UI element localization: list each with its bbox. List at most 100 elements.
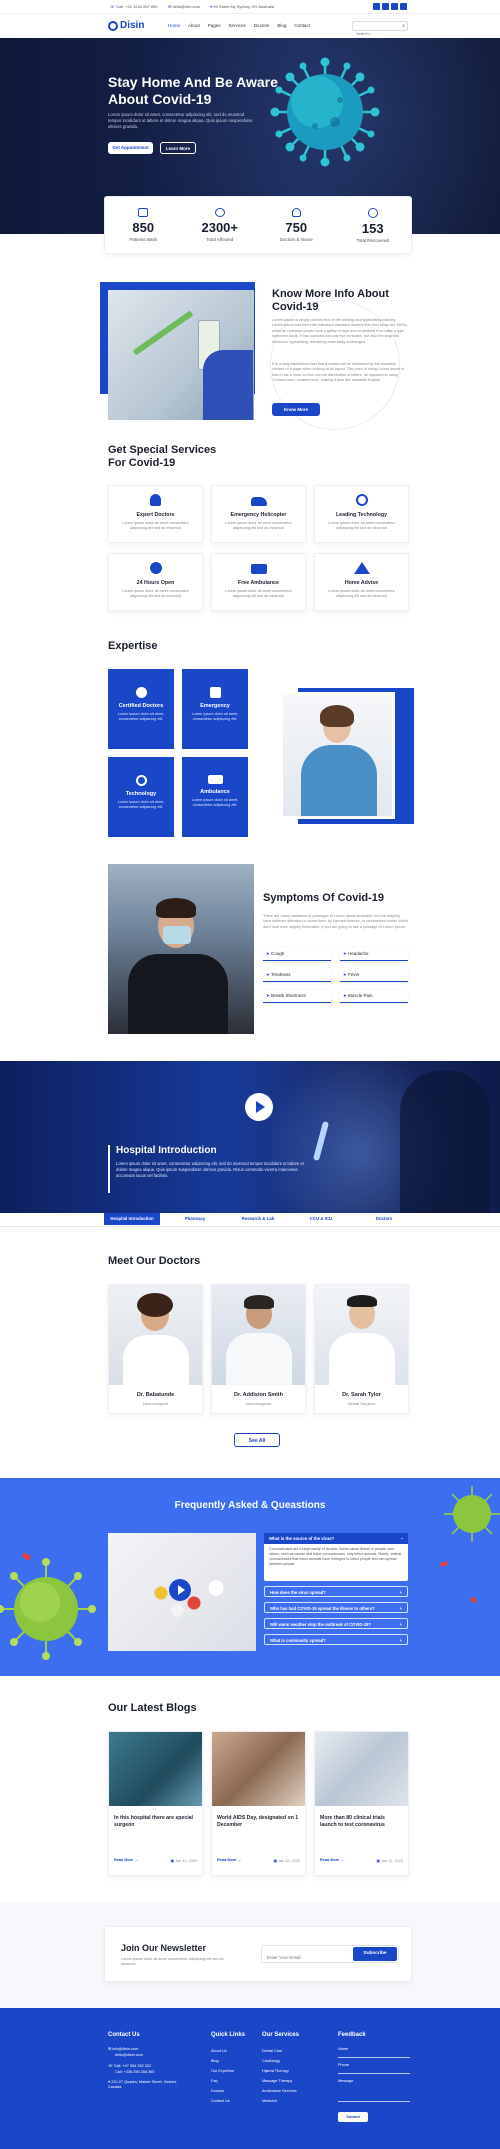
doctor-photo: [109, 1285, 202, 1385]
doctor-card[interactable]: Dr. Sarah Tylor Dental Surgeon: [314, 1284, 409, 1414]
footer-service-link[interactable]: Dental Care: [262, 2046, 299, 2056]
tab-research-lab[interactable]: Research & Lab: [230, 1213, 286, 1225]
stat-item: 153 Total Recovered: [338, 207, 408, 243]
instagram-icon[interactable]: [400, 3, 407, 10]
read-more-link[interactable]: Read More →: [114, 1858, 138, 1863]
footer-service-link[interactable]: Ambluance Services: [262, 2086, 299, 2096]
know-more-button[interactable]: Know More: [272, 403, 320, 416]
expertise-card-title: Technology: [125, 791, 157, 797]
footer-service-link[interactable]: Medicine: [262, 2096, 299, 2106]
newsletter-title: Join Our Newsletter: [121, 1943, 207, 1953]
service-card[interactable]: Free Ambulance Lorem ipsum dolor sit ame…: [211, 553, 306, 611]
read-more-link[interactable]: Read More →: [217, 1858, 241, 1863]
footer-link[interactable]: Faq: [211, 2076, 245, 2086]
about-text-2: It is a long established fact that a rea…: [272, 362, 405, 383]
footer-link[interactable]: Doctors: [211, 2086, 245, 2096]
symptom-item: ➤ Breath Shortness: [263, 990, 331, 1003]
expertise-card-text: Lorem ipsum dolor sit amet, consectetur …: [191, 712, 239, 721]
nav-item-contact[interactable]: Contact: [294, 23, 310, 28]
arrow-right-icon: →: [237, 1858, 242, 1862]
tab-doctors[interactable]: Doctors: [356, 1213, 412, 1225]
play-button[interactable]: [245, 1093, 273, 1121]
nav-item-services[interactable]: Services: [229, 23, 246, 28]
glove-hand: [203, 350, 253, 420]
blog-card[interactable]: In this hospital there are special surge…: [108, 1731, 203, 1876]
doctors-title: Meet Our Doctors: [108, 1255, 201, 1267]
service-card[interactable]: Expert Doctors Lorem ipsum dolor sit ame…: [108, 485, 203, 543]
blog-card[interactable]: World AIDS Day, designated on 1 December…: [211, 1731, 306, 1876]
subscribe-button[interactable]: Subscribe: [353, 1947, 397, 1961]
man-hair: [156, 898, 196, 918]
stat-item: 750 Doctors & Nurse: [261, 208, 331, 242]
footer-link[interactable]: Contact Us: [211, 2096, 245, 2106]
ambulance-icon: [250, 564, 267, 574]
footer-link[interactable]: About Us: [211, 2046, 245, 2056]
expertise-card[interactable]: Technology Lorem ipsum dolor sit amet, c…: [108, 757, 174, 837]
top-bar: ☏ Call: +01 1234 567 890 ✉ hello@info.co…: [0, 0, 500, 14]
service-card[interactable]: 24 Hours Open Lorem ipsum dolor sit amet…: [108, 553, 203, 611]
expertise-card[interactable]: Ambulance Lorem ipsum dolor sit amet, co…: [182, 757, 248, 837]
nav-item-doctors[interactable]: Doctors: [254, 23, 270, 28]
footer-link[interactable]: Blog: [211, 2056, 245, 2066]
search-box: ⌕: [352, 21, 408, 38]
faq-question[interactable]: Who has had COVID-19 spread the illness …: [264, 1602, 408, 1613]
service-card[interactable]: Emergency Helicopter Lorem ipsum dolor s…: [211, 485, 306, 543]
email-text[interactable]: ✉ hello@info.com: [168, 4, 200, 9]
nurse-image: [280, 692, 395, 819]
symptom-item: ➤ Cough: [263, 948, 331, 961]
plus-icon: +: [399, 1590, 402, 1595]
nav-item-blog[interactable]: Blog: [277, 23, 286, 28]
clock-icon: [149, 562, 162, 574]
hero-text: Lorem ipsum dolor sit amet, consectetur …: [108, 112, 253, 129]
linkedin-icon[interactable]: [391, 3, 398, 10]
stat-value: 850: [132, 220, 155, 235]
nav-item-pages[interactable]: Pages: [208, 23, 221, 28]
tabs-divider: [0, 1226, 500, 1227]
tab-pharmacy[interactable]: Pharmacy: [167, 1213, 223, 1225]
tab-hospital-introduction[interactable]: Hospital Introduction: [104, 1213, 160, 1225]
faq-active-header[interactable]: What is the source of the virus? −: [264, 1533, 408, 1544]
footer-link[interactable]: Our Expertise: [211, 2066, 245, 2076]
nav-item-home[interactable]: Home: [168, 23, 180, 28]
expertise-card[interactable]: Emergency Lorem ipsum dolor sit amet, co…: [182, 669, 248, 749]
logo[interactable]: Disin: [108, 20, 144, 31]
read-more-link[interactable]: Read More →: [320, 1858, 344, 1863]
service-card[interactable]: Home Advise Lorem ipsum dolor sit amet c…: [314, 553, 409, 611]
tab-ccu-icu[interactable]: CCU & ICU: [293, 1213, 349, 1225]
see-all-button[interactable]: See All: [234, 1433, 280, 1447]
doctor-card[interactable]: Dr. Addision Smith Neurosurgeon: [211, 1284, 306, 1414]
search-input[interactable]: [353, 29, 397, 38]
faq-active-item[interactable]: What is the source of the virus? − Corona…: [264, 1533, 408, 1581]
faq-question[interactable]: How does the virus spread? +: [264, 1586, 408, 1597]
facebook-icon[interactable]: [373, 3, 380, 10]
faq-question[interactable]: What is community spread? +: [264, 1634, 408, 1645]
feedback-submit-button[interactable]: Submit: [338, 2112, 368, 2122]
footer-service-link[interactable]: Hijama Therapy: [262, 2066, 299, 2076]
footer-quick-links: Quick Links About Us Blog Our Expertise …: [211, 2032, 245, 2106]
footer-contact-title: Contact Us: [108, 2032, 140, 2038]
footer-service-link[interactable]: Massage Therapy: [262, 2076, 299, 2086]
email-field[interactable]: [262, 1949, 350, 1966]
feedback-phone-field[interactable]: Phone: [338, 2062, 410, 2074]
get-appointment-button[interactable]: Get Appointment: [108, 142, 153, 154]
nav-item-about[interactable]: About: [188, 23, 200, 28]
twitter-icon[interactable]: [382, 3, 389, 10]
service-card[interactable]: Leading Technology Lorem ipsum dolor sit…: [314, 485, 409, 543]
learn-more-button[interactable]: Learn More: [160, 142, 196, 154]
video-section: Hospital Introduction Lorem ipsum dolor …: [0, 1061, 500, 1213]
faq-play-button[interactable]: [169, 1579, 191, 1601]
stat-label: Doctors & Nurse: [279, 237, 313, 242]
faq-question[interactable]: Will warm weather stop the outbreak of C…: [264, 1618, 408, 1629]
plus-icon: +: [399, 1638, 402, 1643]
blog-card[interactable]: More than 80 clinical trials launch to t…: [314, 1731, 409, 1876]
footer-service-link[interactable]: Cardiology: [262, 2056, 299, 2066]
doctor-card[interactable]: Dr. Babatunde Neurosurgeon: [108, 1284, 203, 1414]
symptoms-text: There are many variations of passages of…: [263, 914, 408, 929]
nurse-body: [301, 745, 377, 816]
expertise-card-title: Ambulance: [200, 789, 230, 795]
doctor-role: Neurosurgeon: [245, 1401, 272, 1406]
expertise-card[interactable]: Certified Doctors Lorem ipsum dolor sit …: [108, 669, 174, 749]
feedback-message-field[interactable]: Message: [338, 2078, 410, 2102]
search-icon[interactable]: ⌕: [402, 23, 405, 29]
feedback-name-field[interactable]: Name: [338, 2046, 410, 2058]
